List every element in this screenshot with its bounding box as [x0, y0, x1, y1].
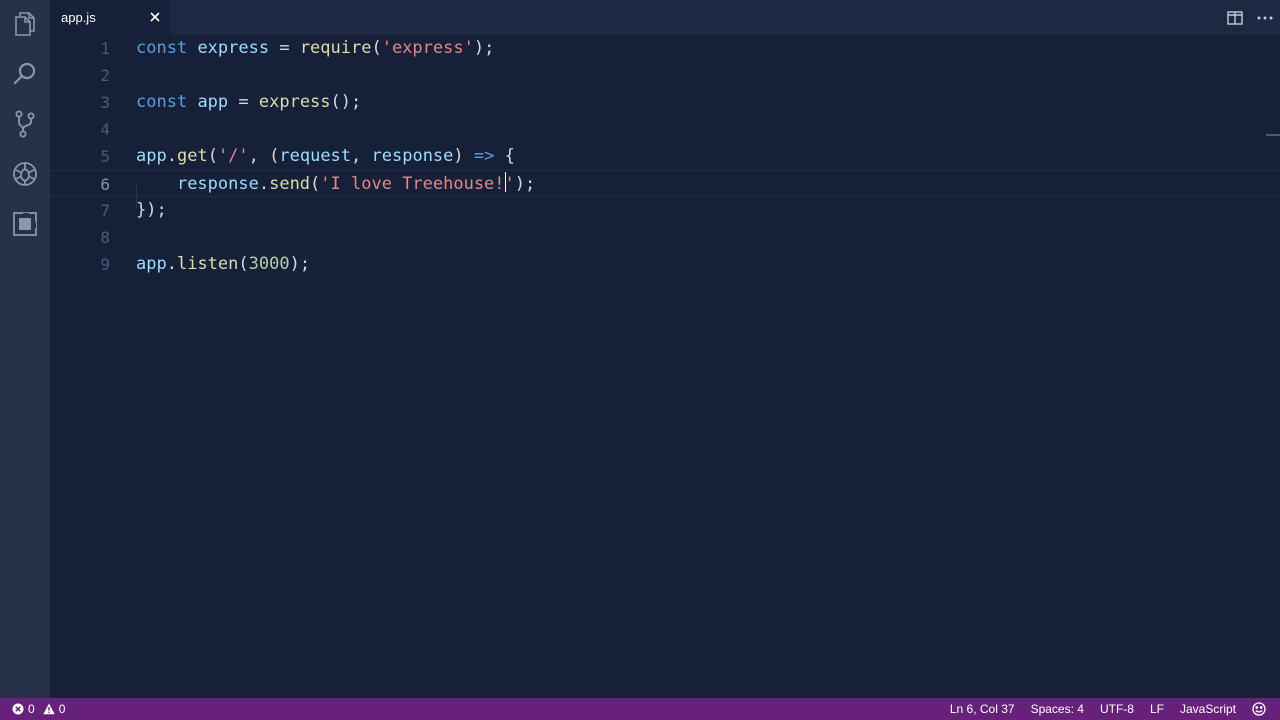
code-text: response.send('I love Treehouse!');	[136, 171, 535, 198]
code-line[interactable]: 6 response.send('I love Treehouse!');	[50, 170, 1280, 197]
more-actions-icon[interactable]	[1250, 0, 1280, 35]
editor-actions	[1220, 0, 1280, 35]
error-icon	[12, 703, 24, 715]
code-token: 'I love Treehouse!	[320, 174, 505, 194]
code-token: , (	[248, 146, 280, 166]
code-token: );	[473, 38, 495, 58]
indentation[interactable]: Spaces: 4	[1031, 702, 1084, 716]
line-number: 8	[100, 228, 110, 247]
explorer-icon[interactable]	[10, 9, 40, 39]
line-number: 3	[100, 93, 110, 112]
code-text: app.listen(3000);	[136, 251, 310, 278]
status-bar: 0 0 Ln 6, Col 37 Spaces: 4 UTF-8 LF Java…	[0, 698, 1280, 720]
code-token: ();	[330, 92, 362, 112]
code-token: )	[453, 146, 474, 166]
code-token: '/'	[217, 146, 249, 166]
code-line[interactable]: 1 const express = require('express');	[50, 35, 1280, 62]
code-token: .	[166, 146, 177, 166]
code-token: express	[258, 92, 331, 112]
line-number: 4	[100, 120, 110, 139]
code-token: request	[279, 146, 352, 166]
code-token: app	[136, 254, 167, 274]
code-token: (	[371, 38, 382, 58]
code-token: listen	[176, 254, 239, 274]
line-number: 5	[100, 147, 110, 166]
code-token: );	[289, 254, 311, 274]
code-token: require	[299, 38, 372, 58]
status-right: Ln 6, Col 37 Spaces: 4 UTF-8 LF JavaScri…	[934, 698, 1266, 720]
code-line[interactable]: 5 app.get('/', (request, response) => {	[50, 143, 1280, 170]
cursor-position[interactable]: Ln 6, Col 37	[950, 702, 1015, 716]
source-control-icon[interactable]	[10, 109, 40, 139]
code-token: ,	[351, 146, 372, 166]
tab-app-js[interactable]: app.js	[50, 0, 170, 35]
code-token: {	[494, 146, 515, 166]
code-text: });	[136, 197, 167, 224]
line-number: 7	[100, 201, 110, 220]
code-token: =>	[473, 146, 495, 166]
code-token: const	[136, 92, 188, 112]
code-token: =	[269, 38, 300, 58]
smiley-icon[interactable]	[1252, 702, 1266, 716]
code-token: });	[136, 200, 167, 220]
search-icon[interactable]	[10, 59, 40, 89]
code-line[interactable]: 9 app.listen(3000);	[50, 251, 1280, 278]
code-token: (	[310, 174, 321, 194]
code-editor[interactable]: 1 const express = require('express'); 2 3 co…	[50, 35, 1280, 698]
problems-indicator[interactable]: 0 0	[12, 698, 65, 720]
encoding[interactable]: UTF-8	[1100, 702, 1134, 716]
overview-ruler-mark	[1266, 134, 1280, 136]
code-token: '	[504, 174, 515, 194]
code-line[interactable]: 7});	[50, 197, 1280, 224]
code-token: response	[176, 174, 259, 194]
code-token: 3000	[248, 254, 290, 274]
language-mode[interactable]: JavaScript	[1180, 702, 1236, 716]
activity-bar	[0, 0, 50, 698]
code-line[interactable]: 8	[50, 224, 1280, 251]
code-text: const app = express();	[136, 89, 361, 116]
code-token: );	[514, 174, 536, 194]
code-text: const express = require('express');	[136, 35, 494, 62]
line-number: 1	[100, 39, 110, 58]
code-token: app	[136, 146, 167, 166]
code-token: app	[197, 92, 229, 112]
editor-window: app.js 1 const express = require('expres…	[0, 0, 1280, 720]
line-number: 9	[100, 255, 110, 274]
code-token: .	[166, 254, 177, 274]
code-token: express	[197, 38, 270, 58]
code-token: get	[176, 146, 208, 166]
warning-count: 0	[58, 702, 66, 716]
close-icon[interactable]	[147, 9, 163, 25]
code-line[interactable]: 2	[50, 62, 1280, 89]
code-token: response	[371, 146, 454, 166]
code-token: const	[136, 38, 188, 58]
code-token: .	[258, 174, 270, 194]
code-token: 'express'	[381, 38, 474, 58]
error-count: 0	[28, 702, 35, 716]
code-token: (	[207, 146, 218, 166]
code-line[interactable]: 4	[50, 116, 1280, 143]
tab-label: app.js	[61, 10, 96, 25]
split-editor-icon[interactable]	[1220, 0, 1250, 35]
extensions-icon[interactable]	[10, 209, 40, 239]
line-number: 6	[100, 175, 110, 194]
debug-icon[interactable]	[10, 159, 40, 189]
code-line[interactable]: 3 const app = express();	[50, 89, 1280, 116]
code-text: app.get('/', (request, response) => {	[136, 143, 515, 170]
line-number: 2	[100, 66, 110, 85]
tabs-bar: app.js	[50, 0, 1280, 35]
warning-icon	[42, 703, 55, 715]
code-token: =	[228, 92, 259, 112]
code-token: send	[269, 174, 311, 194]
end-of-line[interactable]: LF	[1150, 702, 1164, 716]
code-token: (	[238, 254, 249, 274]
